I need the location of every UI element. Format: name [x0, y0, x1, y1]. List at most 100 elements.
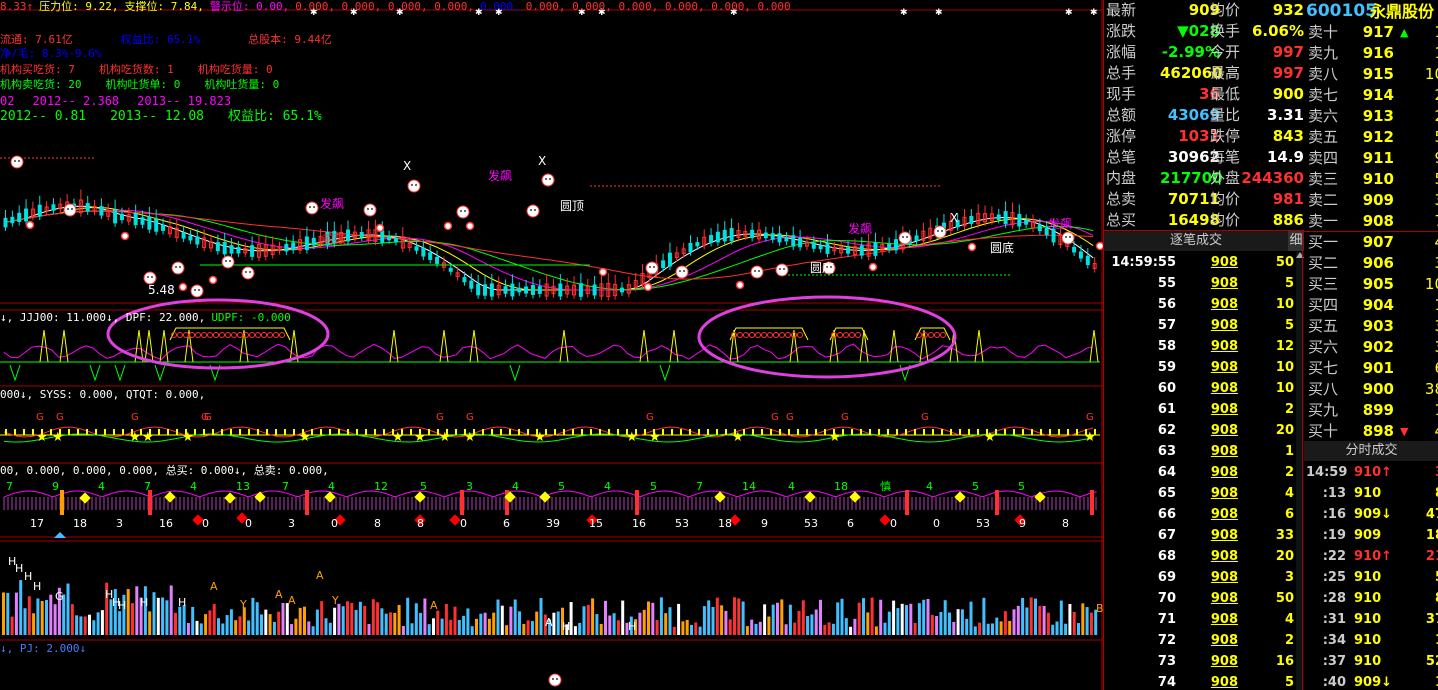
volume-bar: [217, 618, 220, 635]
volume-bar: [457, 619, 461, 635]
volume-bar: [475, 618, 478, 635]
hdr7-seg: 2013-- 12.08: [110, 109, 205, 124]
tick-time: 65: [1157, 486, 1176, 501]
volume-bar: [152, 592, 156, 635]
volume-bar: [767, 616, 771, 635]
volume-bar: [401, 625, 405, 635]
dot-marker: [178, 282, 188, 292]
signal-spike: [1089, 329, 1099, 363]
volume-bar: [32, 613, 36, 635]
tick-price: 908: [1210, 255, 1238, 270]
candle-body: [661, 260, 666, 269]
ask-row[interactable]: 卖四 911 9: [1304, 148, 1438, 169]
tick-volume: 6: [1284, 507, 1294, 522]
bid-row[interactable]: 买四 904 1: [1304, 295, 1438, 316]
volume-bar: [242, 607, 246, 635]
ask-row[interactable]: 卖一 908 7: [1304, 211, 1438, 232]
diamond-marker: [449, 514, 461, 526]
ask-row[interactable]: 卖七 914 2: [1304, 85, 1438, 106]
hdr2-seg: 权益比: 65.1%: [120, 33, 201, 46]
signal-dot: [737, 332, 743, 338]
candle-body: [873, 242, 878, 256]
bid-label: 买九: [1308, 401, 1339, 419]
volume-bar: [199, 623, 203, 635]
ask-row[interactable]: 卖六 913 2: [1304, 106, 1438, 127]
candle-body: [798, 237, 803, 248]
ask-row[interactable]: 卖十917▲1: [1304, 22, 1438, 43]
bid-row[interactable]: 买五 903 3: [1304, 316, 1438, 337]
tick-price: 908: [1210, 402, 1238, 417]
minute-list-title[interactable]: 分时成交: [1304, 441, 1438, 461]
minute-time: :37: [1322, 654, 1346, 669]
volume-bar: [169, 585, 173, 635]
quote-value: 900: [1272, 85, 1304, 103]
minute-price: 909↓: [1354, 675, 1393, 690]
volume-bar: [978, 622, 982, 635]
volume-bar: [801, 600, 805, 635]
smiley-eye: [779, 268, 781, 270]
panel2-header: ↓, JJJ00: 11.000↓, DPF: 22.000, UDPF: -0.…: [0, 311, 297, 324]
candle-body: [620, 287, 624, 293]
volume-bar: [1042, 606, 1046, 635]
signal-dot: [177, 332, 183, 338]
candle-body: [722, 229, 727, 242]
signal-letter: G: [646, 412, 654, 423]
bid-row[interactable]: 买八 900 38: [1304, 379, 1438, 400]
volume-bar: [156, 597, 160, 635]
wave-label: 0: [245, 517, 252, 530]
quote-value: 244360: [1241, 169, 1304, 187]
bid-row[interactable]: 买二 906 3: [1304, 253, 1438, 274]
chart-annotation: 发飙: [848, 221, 872, 236]
volume-bar: [879, 599, 883, 635]
candle-body: [846, 247, 851, 254]
volume-bar: [427, 624, 431, 635]
tick-row: 64 908 2: [1104, 462, 1304, 483]
ask-row[interactable]: 卖九 916 1: [1304, 43, 1438, 64]
panel4-header: 00, 0.000, 0.000, 0.000, 总买: 0.000↓, 总卖:…: [0, 464, 335, 477]
candle-body: [763, 232, 768, 239]
candle-body: [188, 235, 193, 241]
smiley-eye: [649, 266, 651, 268]
bid-row[interactable]: 买三 905 10: [1304, 274, 1438, 295]
ask-row[interactable]: 卖五 912 5: [1304, 127, 1438, 148]
wave-label: 14: [742, 480, 756, 493]
tick-row: 71 908 4: [1104, 609, 1304, 630]
candle-body: [161, 224, 166, 231]
bid-row[interactable]: 买一 907 4: [1304, 232, 1438, 253]
smiley-eye: [151, 276, 153, 278]
quote-row: 总笔 30962 每笔 14.9: [1104, 147, 1304, 168]
dot-marker: [735, 280, 745, 290]
volume-bar: [763, 604, 767, 635]
volume-bar: [509, 606, 513, 635]
bid-row[interactable]: 买六 902 3: [1304, 337, 1438, 358]
volume-bar: [754, 623, 758, 635]
bid-row[interactable]: 买九 899 1: [1304, 400, 1438, 421]
diamond-marker: [804, 491, 816, 503]
ask-row[interactable]: 卖二 909 3: [1304, 190, 1438, 211]
candle-body: [387, 235, 392, 241]
wave-label: 15: [589, 517, 603, 530]
bid-row[interactable]: 买十898▼4: [1304, 421, 1438, 442]
signal-dot: [797, 332, 803, 338]
volume-bar: [389, 612, 392, 635]
volume-bar: [2, 592, 5, 635]
signal-dot: [849, 332, 855, 338]
ask-row[interactable]: 卖八 915 10: [1304, 64, 1438, 85]
volume-letter: A: [288, 594, 296, 607]
volume-bar: [1046, 612, 1050, 635]
tick-volume: 10: [1275, 381, 1294, 396]
kline-chart-area[interactable]: 发飙 发飙 发飙 发飙 前鼓 圆顶 圆底 圆底 5.48 X X X ✱ ✱ ✱ ✱ ✱ ✱ ✱ ✱ ✱ ✱ ✱ ✱ ★ ★ ★ ★ ★…: [0, 0, 1103, 690]
tick-list-title[interactable]: 逐笔成交: [1104, 231, 1288, 251]
ask-row[interactable]: 卖三 910 5: [1304, 169, 1438, 190]
bid-row[interactable]: 买七 901 6: [1304, 358, 1438, 379]
minute-volume: 8: [1404, 483, 1438, 504]
volume-bar: [1034, 598, 1037, 635]
signal-dot: [183, 332, 189, 338]
volume-bar: [165, 600, 169, 635]
candle-body: [359, 231, 364, 238]
ask-price: 913: [1362, 107, 1394, 125]
volume-bar: [255, 602, 259, 635]
wave-label: 7: [144, 480, 151, 493]
volume-bar: [221, 623, 225, 635]
tick-time: 55: [1157, 276, 1176, 291]
